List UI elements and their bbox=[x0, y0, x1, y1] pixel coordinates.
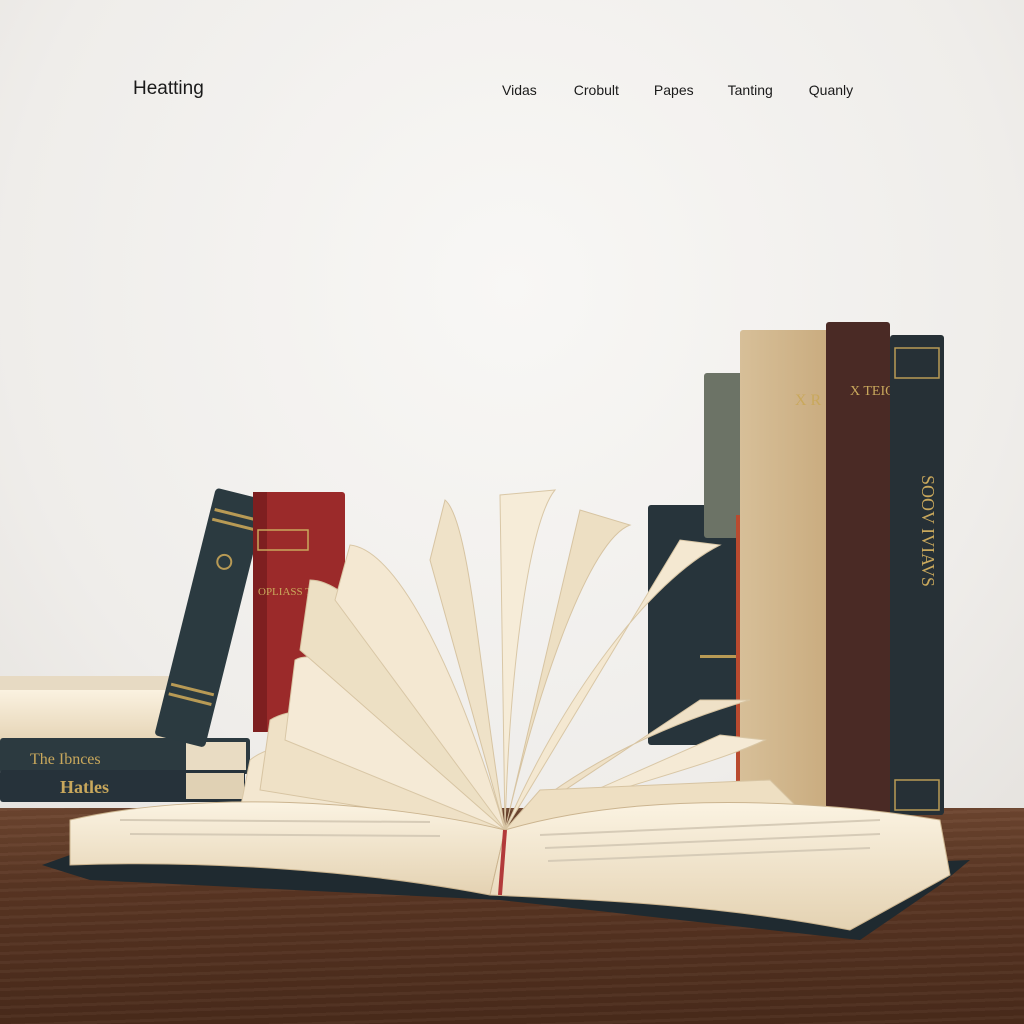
right-spine-1: X R bbox=[795, 392, 822, 409]
leaning-navy-book bbox=[155, 488, 266, 747]
right-book-row: X R X TEIOAR SOOV IVIAVS bbox=[648, 322, 944, 815]
stack-book-pages bbox=[0, 688, 170, 746]
stack-top-title: The Ibnces bbox=[30, 751, 101, 768]
right-spine-3: SOOV IVIAVS bbox=[918, 475, 938, 587]
books-illustration: The Ibnces Hatles OPLIASS TO A LOSAR X R… bbox=[0, 322, 970, 940]
open-book bbox=[42, 801, 970, 940]
stack-bottom-title: Hatles bbox=[60, 777, 109, 797]
